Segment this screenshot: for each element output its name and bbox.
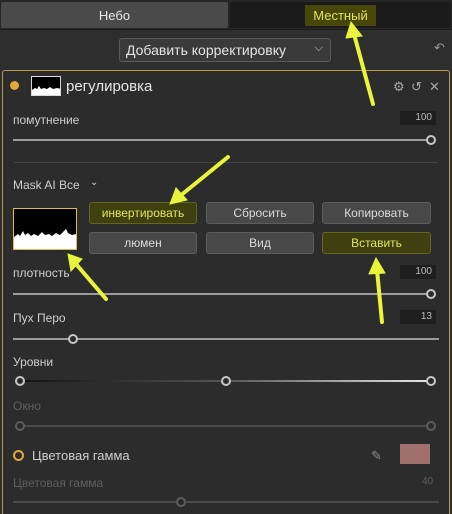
tab-sky-label: Небо [98,7,131,23]
density-slider-knob[interactable] [426,289,436,299]
window-label: Окно [13,399,41,413]
window-slider-track[interactable] [20,425,431,427]
view-button[interactable]: Вид [206,232,314,254]
mask-ai-selector[interactable]: Mask AI Все [13,178,80,192]
color-range-slider-track[interactable] [13,501,439,503]
feather-label: Пух Перо [13,311,66,325]
active-dot[interactable] [10,81,19,90]
window-left-knob[interactable] [15,421,25,431]
mask-ai-label: Mask AI [13,178,56,192]
density-label: плотность [13,266,70,280]
panel-title: регулировка [66,78,153,95]
feather-value[interactable]: 13 [400,310,436,324]
mask-ai-mode: Все [59,178,80,192]
color-range-slider-knob[interactable] [176,497,186,507]
levels-black-knob[interactable] [15,376,25,386]
mask-thumbnail[interactable] [13,208,77,250]
levels-label: Уровни [13,355,54,369]
copy-button[interactable]: Копировать [322,202,431,224]
mask-thumbnail-small [31,76,61,96]
color-range-slider-label: Цветовая гамма [13,476,104,490]
eyedropper-icon[interactable]: ✎ [371,448,382,464]
density-value[interactable]: 100 [400,265,436,279]
levels-mid-knob[interactable] [221,376,231,386]
undo-icon[interactable]: ↶ [434,40,445,56]
tab-local[interactable]: Местный [230,2,451,28]
feather-slider-knob[interactable] [68,334,78,344]
gear-icon[interactable]: ⚙ [393,79,405,95]
opacity-slider-knob[interactable] [426,135,436,145]
add-adjustment-label: Добавить корректировку [126,42,286,58]
close-icon[interactable]: ✕ [429,79,440,95]
color-range-label: Цветовая гамма [32,448,130,463]
opacity-label: помутнение [13,113,80,127]
levels-white-knob[interactable] [426,376,436,386]
opacity-slider-track[interactable] [13,139,433,141]
invert-button[interactable]: инвертировать [89,202,197,224]
reset-icon[interactable]: ↺ [411,79,422,95]
density-slider-track[interactable] [13,293,433,295]
color-range-toggle[interactable] [13,450,24,461]
add-adjustment-dropdown[interactable]: Добавить корректировку ⌵ [119,38,331,62]
paste-button[interactable]: Вставить [322,232,431,254]
opacity-value[interactable]: 100 [400,111,436,125]
tab-sky[interactable]: Небо [1,2,228,28]
divider [14,162,438,163]
lumen-button[interactable]: люмен [89,232,197,254]
color-range-slider-value[interactable]: 40 [422,476,433,487]
reset-button[interactable]: Сбросить [206,202,314,224]
chevron-down-icon[interactable]: ⌄ [90,177,98,188]
chevron-down-icon: ⌵ [314,42,323,54]
color-swatch[interactable] [400,444,430,464]
tab-local-label: Местный [305,4,376,26]
window-right-knob[interactable] [426,421,436,431]
